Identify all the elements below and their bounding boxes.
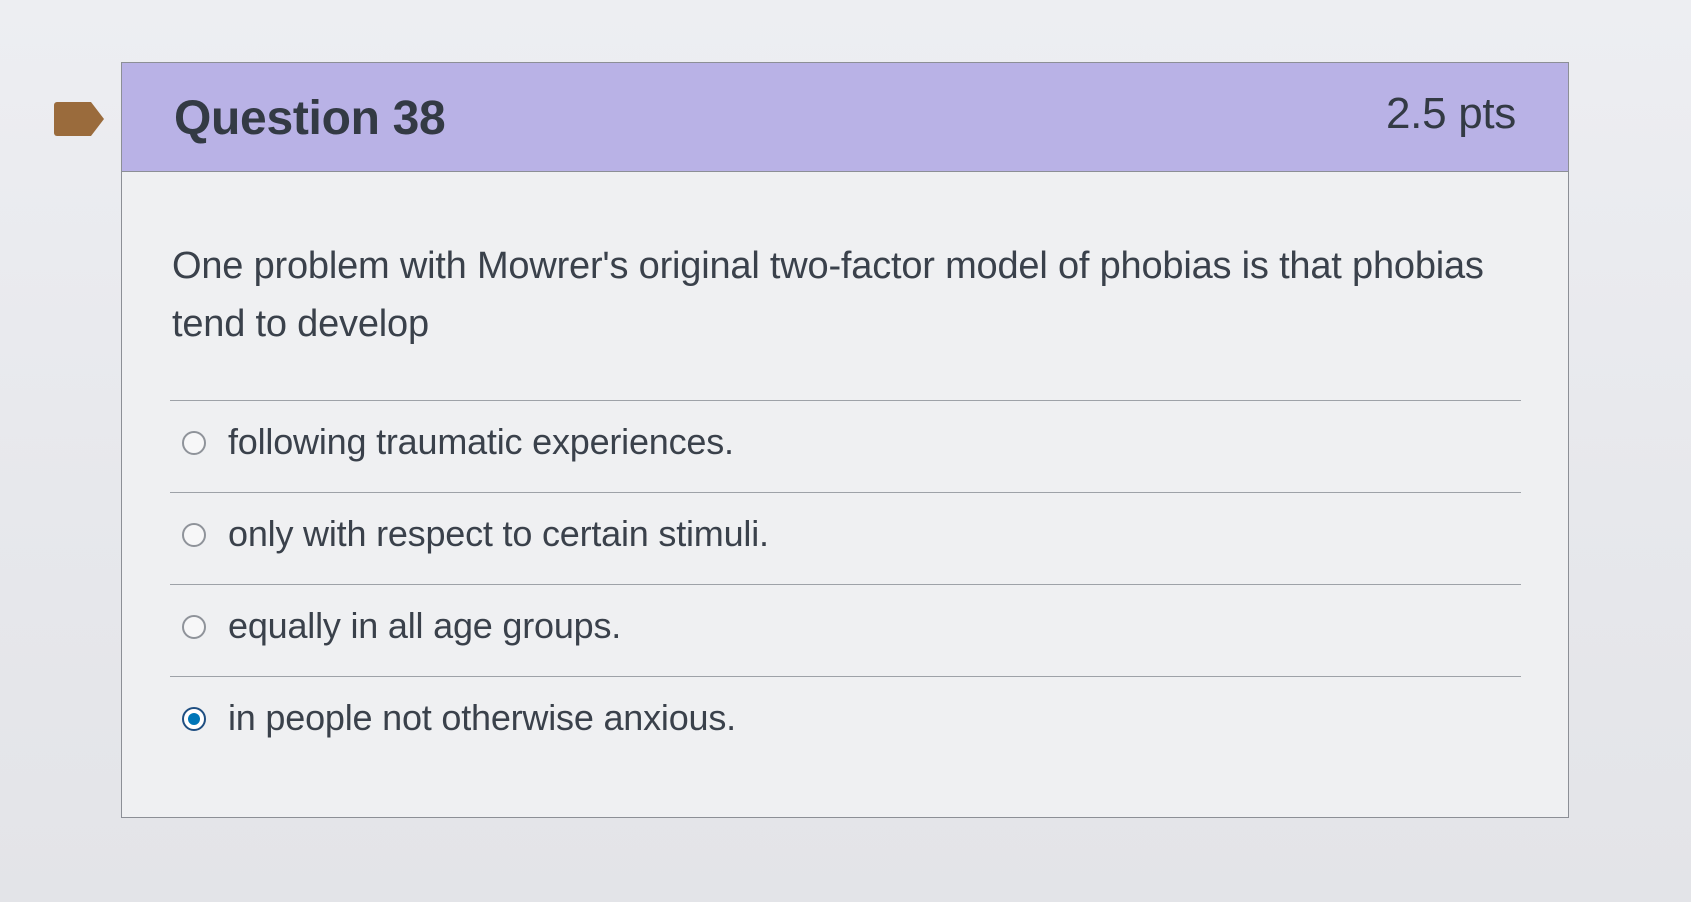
answer-option[interactable]: only with respect to certain stimuli. (170, 492, 1521, 584)
question-card: Question 38 2.5 pts One problem with Mow… (121, 62, 1569, 818)
question-title: Question 38 (174, 92, 446, 145)
answer-label: equally in all age groups. (228, 605, 622, 646)
answer-option[interactable]: equally in all age groups. (170, 584, 1521, 676)
question-points: 2.5 pts (1386, 89, 1516, 138)
answer-option[interactable]: following traumatic experiences. (170, 400, 1521, 492)
question-prompt: One problem with Mowrer's original two-f… (172, 245, 1484, 345)
answer-label: following traumatic experiences. (228, 421, 734, 462)
radio-unchecked-icon[interactable] (182, 523, 206, 547)
answer-option-selected[interactable]: in people not otherwise anxious. (170, 676, 1521, 768)
answer-label: in people not otherwise anxious. (228, 697, 736, 738)
radio-checked-icon[interactable] (182, 707, 206, 731)
radio-unchecked-icon[interactable] (182, 431, 206, 455)
question-header: Question 38 2.5 pts (122, 63, 1568, 172)
answer-label: only with respect to certain stimuli. (228, 513, 769, 554)
answer-list: following traumatic experiences. only wi… (170, 400, 1521, 768)
radio-unchecked-icon[interactable] (182, 615, 206, 639)
